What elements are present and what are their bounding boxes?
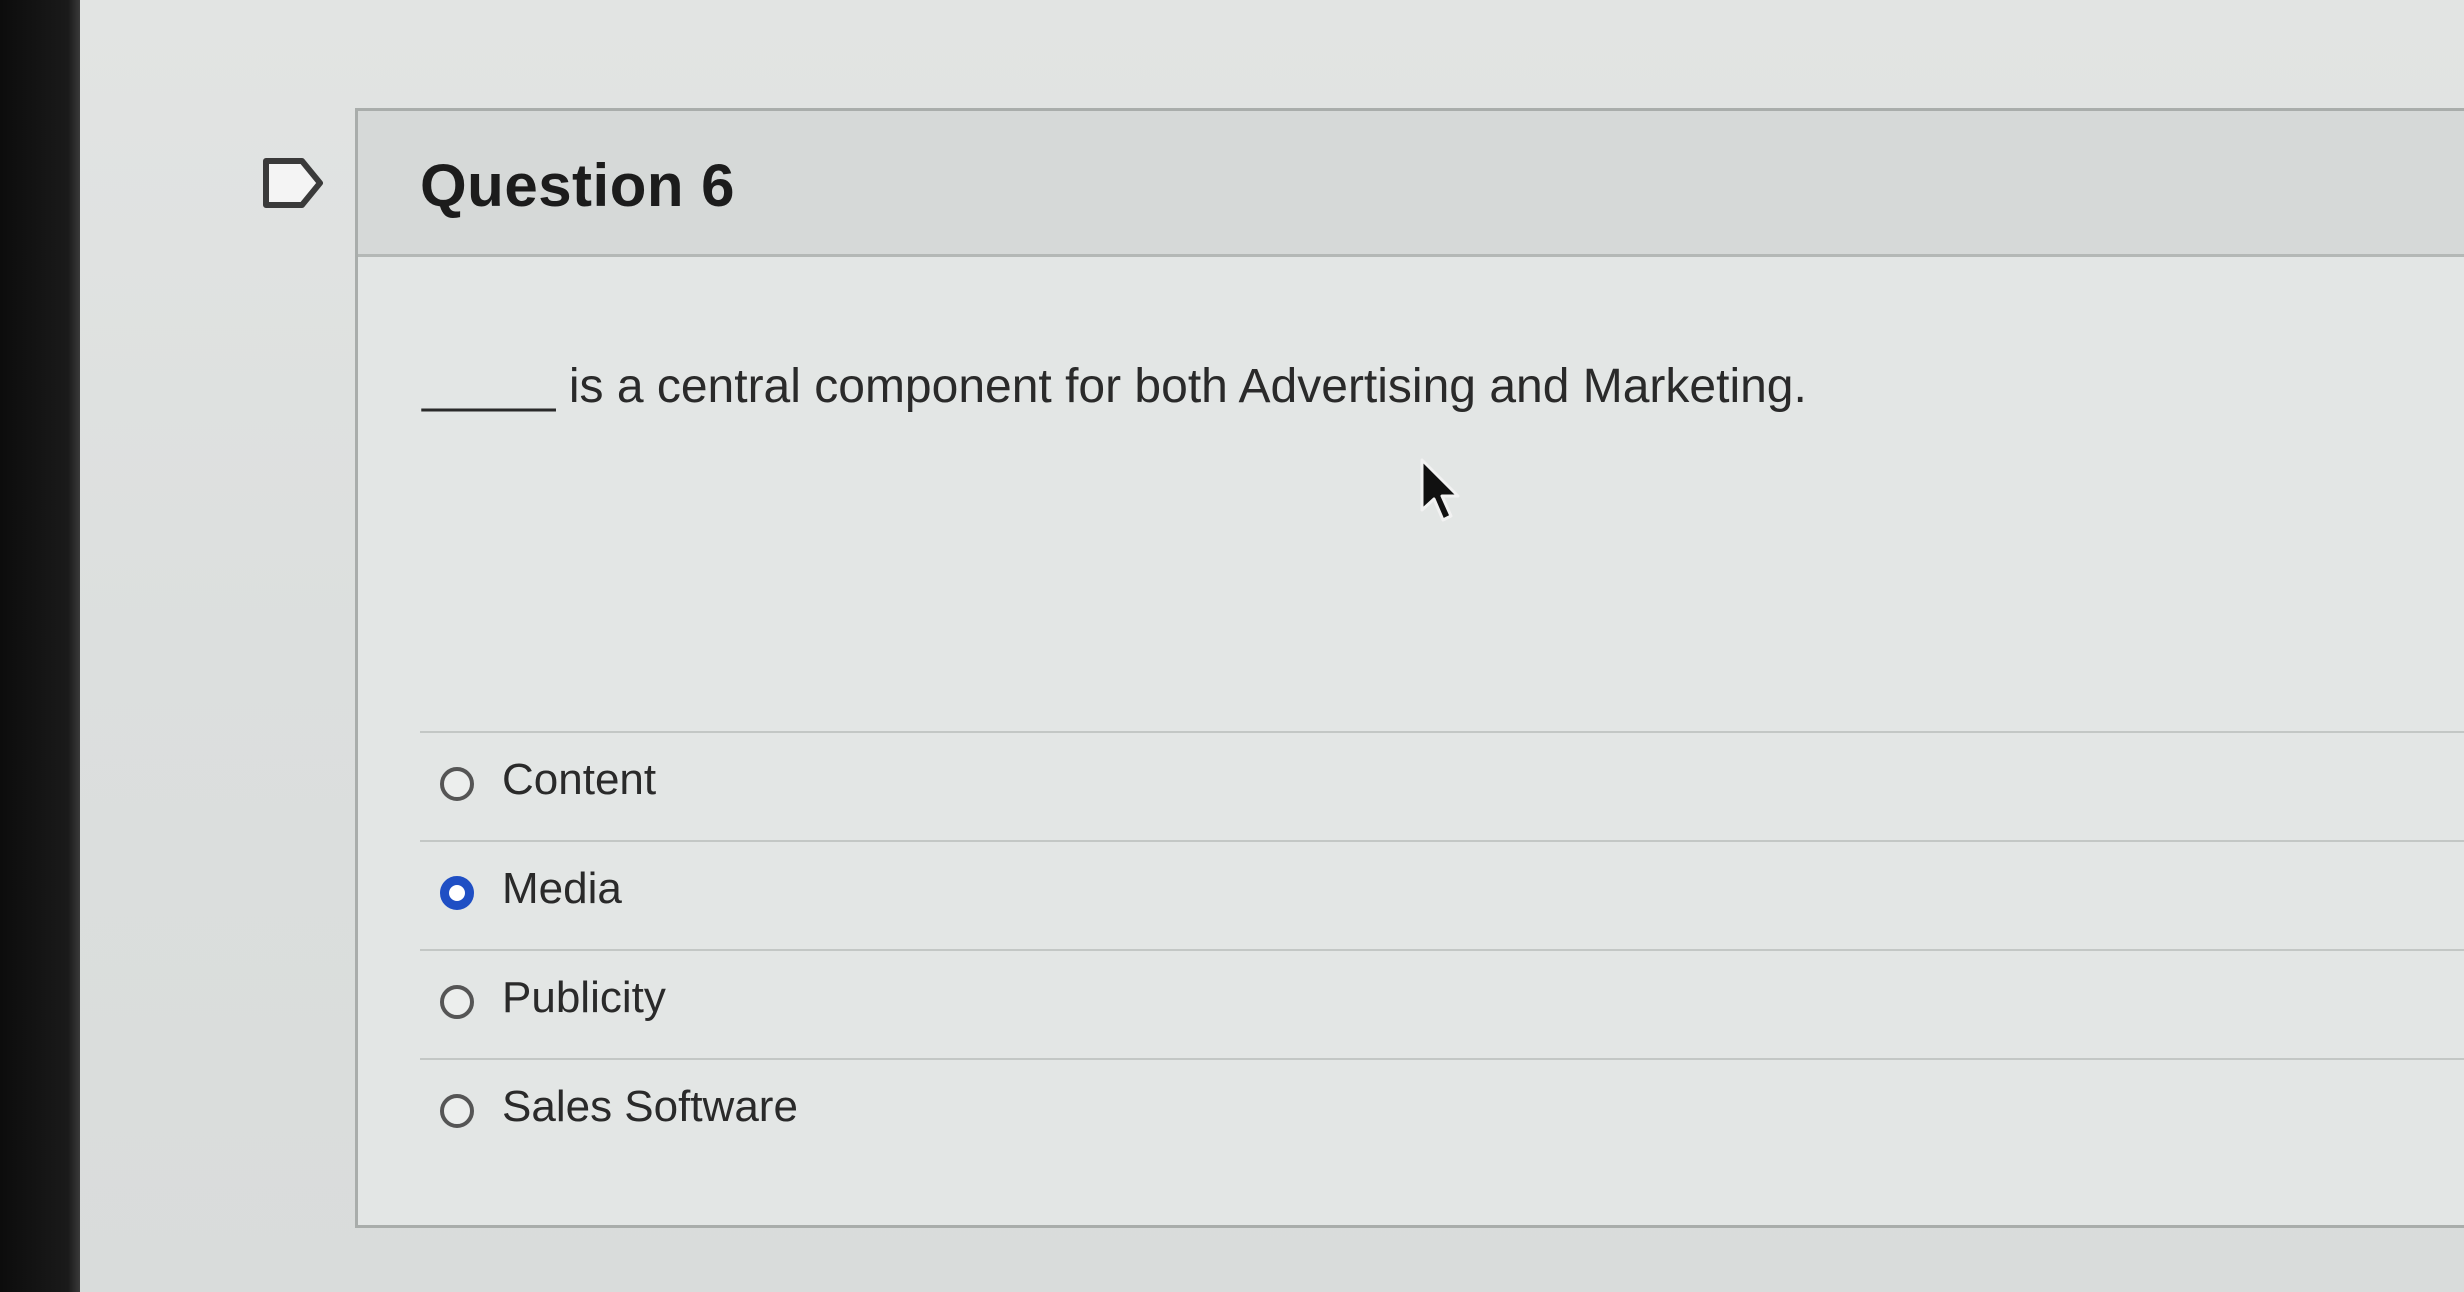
- question-text: _____ is a central component for both Ad…: [422, 360, 1807, 413]
- radio-button[interactable]: [440, 767, 474, 801]
- question-card: Question 6 _____ is a central component …: [355, 108, 2464, 1228]
- answer-option[interactable]: Content: [420, 731, 2464, 840]
- answer-list: Content Media Publicity Sales Software: [420, 731, 2464, 1167]
- answer-option[interactable]: Media: [420, 840, 2464, 949]
- answer-label: Media: [502, 864, 622, 913]
- question-title: Question 6: [420, 152, 736, 219]
- monitor-bezel: [0, 0, 80, 1292]
- answer-label: Content: [502, 755, 657, 804]
- answer-option[interactable]: Sales Software: [420, 1058, 2464, 1167]
- mouse-pointer-icon: [1420, 458, 1460, 522]
- radio-button-selected[interactable]: [440, 876, 474, 910]
- radio-button[interactable]: [440, 985, 474, 1019]
- answer-label: Publicity: [502, 973, 666, 1022]
- answer-label: Sales Software: [502, 1082, 798, 1131]
- question-header: Question 6: [358, 111, 2464, 257]
- answer-option[interactable]: Publicity: [420, 949, 2464, 1058]
- flag-icon[interactable]: [262, 155, 324, 211]
- radio-button[interactable]: [440, 1094, 474, 1128]
